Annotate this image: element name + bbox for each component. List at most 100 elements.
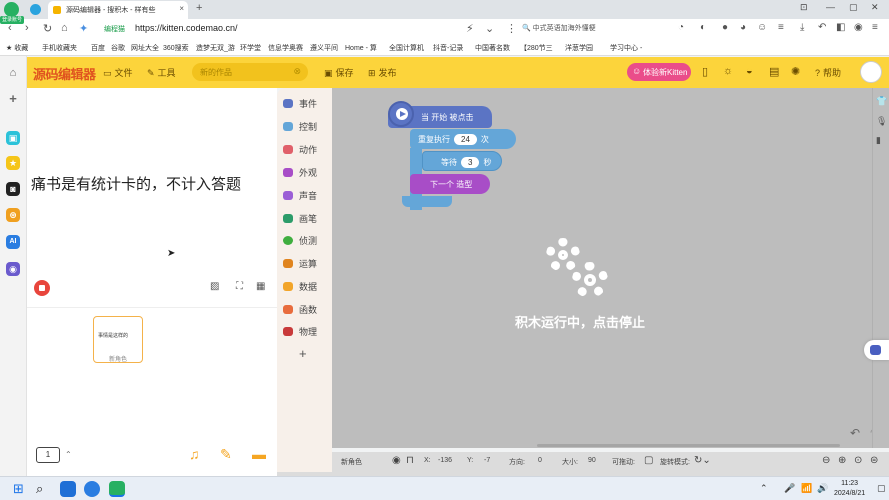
zoom-in-icon[interactable]: ⊕ <box>838 455 846 466</box>
home-icon[interactable]: ⌂ <box>61 22 68 34</box>
wait-block[interactable]: 等待 3 秒 <box>422 151 502 171</box>
vertical-dots-icon[interactable]: ⋮ <box>506 22 517 35</box>
bookmark-item[interactable]: 360搜索 <box>163 43 189 53</box>
stop-button[interactable] <box>34 280 50 296</box>
bookmark-item[interactable]: 网址大全 <box>131 43 159 53</box>
browser-taskbar-icon[interactable] <box>109 481 125 497</box>
rotation-mode-dropdown[interactable]: ↻⌄ <box>694 455 711 466</box>
extension-icon-6[interactable]: ◧ <box>836 22 845 33</box>
bookmark-item[interactable]: 遵义平间 <box>310 43 338 53</box>
when-start-clicked-block[interactable]: 当 开始 被点击 <box>388 101 492 128</box>
zoom-out-icon[interactable]: ⊖ <box>822 455 830 466</box>
extension-icon-5[interactable]: ☺ <box>757 22 767 33</box>
settings-menu-icon[interactable]: ≡ <box>872 22 878 33</box>
running-stop-message[interactable]: 积木运行中，点击停止 <box>515 312 645 331</box>
category-looks[interactable]: 外观 <box>283 166 317 180</box>
bookmark-item[interactable]: 手机收藏夹 <box>42 43 77 53</box>
folder-icon[interactable]: ▬ <box>252 446 266 462</box>
publish-button[interactable]: ⊞ 发布 <box>368 66 397 79</box>
microphone-icon[interactable]: 🎙 <box>876 116 887 127</box>
sprite-card[interactable]: 事情是这样的 新角色 <box>93 316 143 363</box>
category-control[interactable]: 控制 <box>283 120 317 134</box>
maximize-icon[interactable]: ▢ <box>849 2 858 13</box>
notification-icon[interactable]: ▢ <box>877 483 886 494</box>
category-operators[interactable]: 运算 <box>283 257 317 271</box>
category-physics[interactable]: 物理 <box>283 325 317 339</box>
reload-icon[interactable]: ↻ <box>43 22 52 35</box>
ai-app-icon[interactable]: AI <box>6 235 20 249</box>
category-functions[interactable]: 函数 <box>283 303 317 317</box>
category-data[interactable]: 数据 <box>283 280 317 294</box>
pencil-icon[interactable]: ✎ <box>220 446 232 463</box>
lightning-icon[interactable]: ⚡ <box>466 22 474 35</box>
grid-icon[interactable]: ▦ <box>256 281 265 292</box>
repeat-block[interactable]: 重复执行 24 次 <box>410 129 516 149</box>
center-icon[interactable]: ⊙ <box>854 455 862 466</box>
chevron-up-icon[interactable]: ⌃ <box>760 483 768 494</box>
app-icon-2[interactable]: ◙ <box>6 182 20 196</box>
bookmark-item[interactable]: 【280节三 <box>520 43 553 53</box>
url-input[interactable]: https://kitten.codemao.cn/ <box>135 23 238 33</box>
login-badge[interactable]: 登录账号 <box>0 16 24 24</box>
bookmark-item[interactable]: Home - 算 <box>345 43 377 53</box>
app-icon-4[interactable]: ◉ <box>6 262 20 276</box>
file-menu[interactable]: ▭ 文件 <box>103 66 133 79</box>
bookmark-item[interactable]: 环学堂 <box>240 43 261 53</box>
works-name-input[interactable]: 新的作品 ⊗ <box>192 63 308 81</box>
save-button[interactable]: ▣ 保存 <box>324 66 354 79</box>
browser-logo-icon[interactable] <box>4 2 19 17</box>
bookmark-item[interactable]: 洋葱学园 <box>565 43 593 53</box>
direction-value[interactable]: 0 <box>538 457 542 464</box>
reset-zoom-icon[interactable]: ⊜ <box>870 455 878 466</box>
x-value[interactable]: -136 <box>438 457 452 464</box>
app-icon-1[interactable]: ▣ <box>6 131 20 145</box>
system-clock[interactable]: 11:23 2024/8/21 <box>834 479 865 499</box>
dropdown-chevron-icon[interactable]: ⌄ <box>485 22 494 35</box>
taskview-icon[interactable] <box>60 481 76 497</box>
extension-icon-2[interactable]: ◐ <box>700 22 706 33</box>
bookmark-item[interactable]: 造梦无双_游 <box>196 43 235 53</box>
bookmark-item[interactable]: 全国计算机 <box>389 43 424 53</box>
repeat-count-input[interactable]: 24 <box>454 134 477 145</box>
scene-page-box[interactable]: 1 <box>36 447 60 463</box>
lock-icon[interactable]: ⊓ <box>406 455 414 466</box>
category-events[interactable]: 事件 <box>283 97 317 111</box>
bookmark-item[interactable]: ★ 收藏 <box>6 43 28 53</box>
minimize-icon[interactable]: — <box>826 2 835 12</box>
microphone-icon[interactable]: 🎤 <box>784 483 795 494</box>
help-button[interactable]: ? 帮助 <box>815 66 841 79</box>
gear-icon[interactable]: ✺ <box>791 65 800 78</box>
browser-tab[interactable]: 源码编辑器 - 搜积木 - 样有些 × <box>48 1 188 19</box>
shirt-icon[interactable]: ⊡ <box>800 2 808 13</box>
windows-start-icon[interactable]: ⊞ <box>13 481 24 497</box>
scene-chevron-icon[interactable]: ⌃ <box>65 450 72 459</box>
bookmark-item[interactable]: 中国著名数 <box>475 43 510 53</box>
category-sensing[interactable]: 侦测 <box>283 234 317 248</box>
bookmark-item[interactable]: 谷歌 <box>111 43 125 53</box>
search-icon[interactable]: ⌕ <box>36 481 43 497</box>
bookmark-item[interactable]: 百度 <box>91 43 105 53</box>
horizontal-scrollbar[interactable] <box>537 444 840 447</box>
wait-seconds-input[interactable]: 3 <box>461 157 480 168</box>
add-icon[interactable]: + <box>6 92 20 106</box>
extension-icon-4[interactable]: ◕ <box>740 22 746 33</box>
bug-icon[interactable]: ☼ <box>723 65 733 77</box>
music-icon[interactable]: ♫ <box>189 446 200 462</box>
size-value[interactable]: 90 <box>588 457 596 464</box>
game-icon[interactable]: ◒ <box>746 65 753 77</box>
clear-icon[interactable]: ⊗ <box>293 66 301 77</box>
assistant-chat-icon[interactable] <box>864 340 889 360</box>
menu-icon[interactable]: ≡ <box>778 22 784 33</box>
undo-history-icon[interactable]: ↶ <box>818 22 826 33</box>
draggable-toggle[interactable]: ▢ <box>644 455 653 466</box>
app-icon-3[interactable]: ⊛ <box>6 208 20 222</box>
home-icon[interactable]: ⌂ <box>6 66 20 80</box>
chart-icon[interactable]: ▮ <box>876 135 881 146</box>
calendar-icon[interactable]: ▤ <box>769 65 779 78</box>
next-costume-block[interactable]: 下一个 造型 <box>410 174 490 194</box>
stage-panel[interactable]: 痛书是有统计卡的，不计入答题 ➤ ▨ ⛶ ▦ <box>27 88 277 300</box>
forward-icon[interactable]: › <box>25 22 29 34</box>
star-app-icon[interactable]: ★ <box>6 156 20 170</box>
fullscreen-icon[interactable]: ⛶ <box>236 281 243 292</box>
costume-icon[interactable]: 👕 <box>876 96 887 107</box>
